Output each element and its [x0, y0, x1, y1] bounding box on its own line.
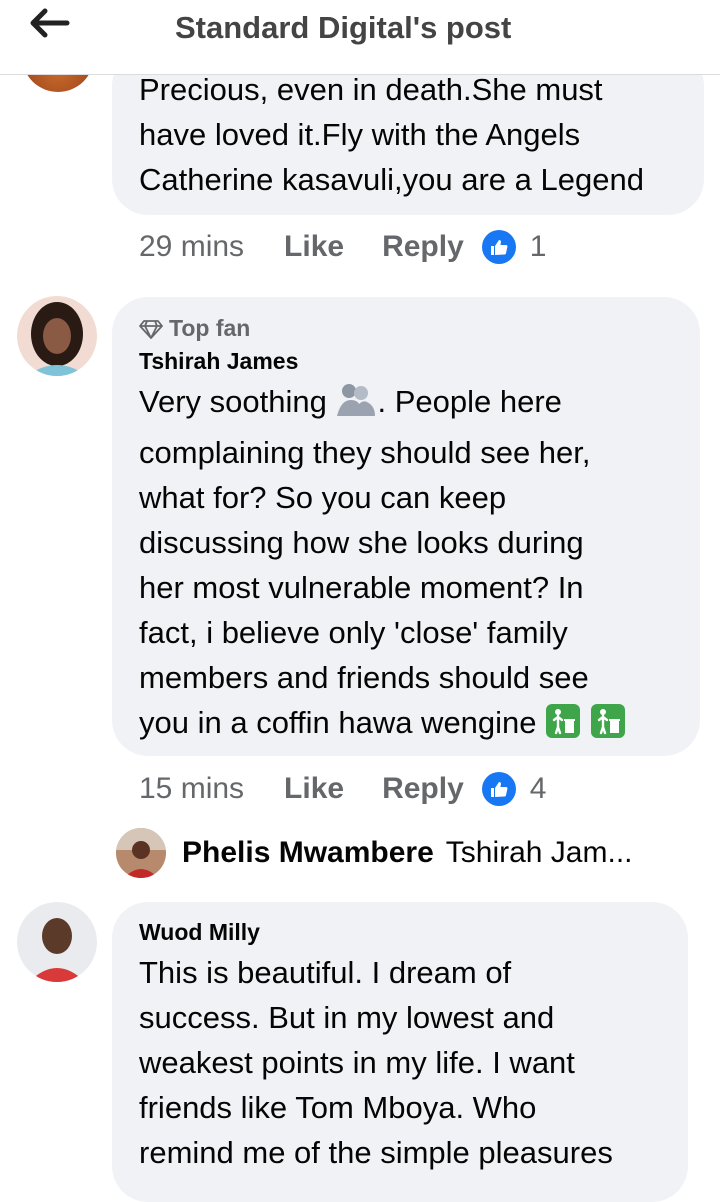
comment-author[interactable]: Tshirah James — [139, 348, 626, 375]
avatar — [116, 828, 166, 878]
like-button[interactable]: Like — [284, 772, 344, 806]
thumbs-up-icon[interactable] — [481, 230, 516, 264]
arrow-left-icon — [30, 8, 70, 38]
comment-text-line: you in a coffin hawa wengine — [139, 700, 626, 751]
comment-text-segment: . People here — [377, 384, 562, 419]
comment-text-line: have loved it.Fly with the Angels — [139, 117, 581, 152]
avatar[interactable] — [17, 902, 97, 982]
thumbs-up-icon[interactable] — [481, 772, 516, 806]
comment-actions: 29 mins Like Reply 1 — [139, 230, 546, 264]
comment-text-line: This is beautiful. I dream of — [139, 955, 512, 990]
comment-text-line: her most vulnerable moment? In — [139, 570, 584, 605]
comment-text-line: Catherine kasavuli,you are a Legend — [139, 162, 644, 197]
comment-text-line: discussing how she looks during — [139, 525, 584, 560]
reply-button[interactable]: Reply — [382, 230, 464, 264]
comment-bubble[interactable]: Wuod Milly This is beautiful. I dream of… — [112, 902, 688, 1202]
avatar[interactable] — [17, 296, 97, 376]
comment-text-line: members and friends should see — [139, 660, 589, 695]
comment-text-line: weakest points in my life. I want — [139, 1045, 575, 1080]
reply-snippet: Tshirah Jam... — [445, 836, 633, 869]
comment-text-line: remind me of the simple pleasures — [139, 1135, 613, 1170]
put-litter-in-bin-emoji — [590, 703, 626, 751]
comment-text-line: fact, i believe only 'close' family — [139, 615, 568, 650]
reaction-count: 4 — [529, 772, 547, 805]
comment-bubble[interactable]: Top fan Tshirah James Very soothing . Pe… — [112, 297, 700, 756]
top-fan-badge: Top fan — [139, 315, 626, 342]
comment-text-line: success. But in my lowest and — [139, 1000, 555, 1035]
reply-preview[interactable]: Phelis Mwambere Tshirah Jam... — [116, 827, 633, 879]
reply-author: Phelis Mwambere — [182, 836, 434, 869]
like-button[interactable]: Like — [284, 230, 344, 264]
comment-timestamp: 29 mins — [139, 230, 245, 263]
comment-text-segment: you in a coffin hawa wengine — [139, 705, 546, 740]
comment-text-line: friends like Tom Mboya. Who — [139, 1090, 537, 1125]
comment-text-line: what for? So you can keep — [139, 480, 507, 515]
comment-text-segment: Very soothing — [139, 384, 336, 419]
back-button[interactable] — [28, 8, 72, 38]
comment-timestamp: 15 mins — [139, 772, 245, 805]
comment-text-line: Very soothing . People here — [139, 379, 626, 430]
comment-text-line: complaining they should see her, — [139, 435, 591, 470]
reply-button[interactable]: Reply — [382, 772, 464, 806]
put-litter-in-bin-emoji — [545, 703, 581, 751]
comment-author[interactable]: Wuod Milly — [139, 919, 613, 946]
top-bar: Standard Digital's post — [0, 0, 720, 75]
reaction-count: 1 — [529, 230, 547, 263]
diamond-icon — [139, 319, 163, 339]
comment-actions: 15 mins Like Reply 4 — [139, 772, 546, 806]
page-title: Standard Digital's post — [175, 10, 512, 45]
badge-label: Top fan — [169, 315, 251, 341]
people-hugging-emoji — [335, 382, 377, 430]
